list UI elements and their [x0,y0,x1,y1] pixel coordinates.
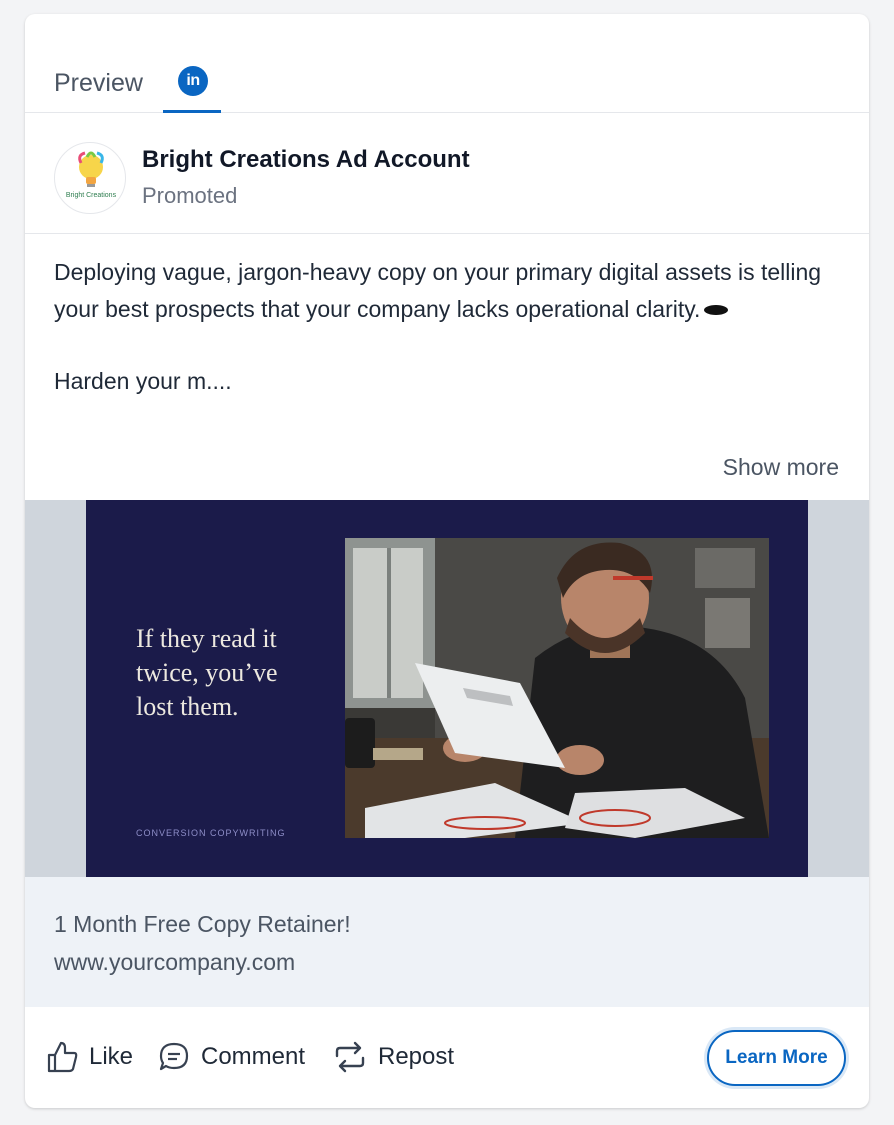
account-name[interactable]: Bright Creations Ad Account [142,146,470,174]
hole-emoji-icon [704,305,729,316]
post-body-paragraph-2: Harden your m.... [54,368,232,394]
avatar-logo-text: Bright Creations [66,192,117,199]
comment-label: Comment [201,1043,306,1070]
ad-creative-container[interactable]: If they read it twice, you’ve lost them.… [25,500,869,877]
tab-preview[interactable]: Preview [54,69,143,98]
lightbulb-logo-icon: Bright Creations [66,151,117,199]
comment-button[interactable]: Comment [157,1039,305,1075]
thumbs-up-icon [47,1041,78,1073]
ad-url[interactable]: www.yourcompany.com [54,949,295,976]
creative-headline-line: If they read it [136,624,277,653]
post-text: Deploying vague, jargon-heavy copy on yo… [54,254,834,400]
promoted-label: Promoted [142,183,238,208]
preview-tabs: Preview in [25,14,869,113]
avatar[interactable]: Bright Creations [54,142,126,214]
ad-headline-strip[interactable]: 1 Month Free Copy Retainer! www.yourcomp… [25,877,869,1007]
social-actions-bar: Like Comment Repost Learn More [25,1007,869,1108]
like-label: Like [89,1043,134,1070]
man-reading-document-photo [345,538,769,838]
like-button[interactable]: Like [45,1039,133,1075]
show-more-link[interactable]: Show more [723,454,839,481]
repost-button[interactable]: Repost [332,1039,454,1075]
creative-headline-line: lost them. [136,692,239,721]
linkedin-ad-preview-card: Preview in Bright Creations Bright Creat… [25,14,869,1108]
comment-icon [159,1042,189,1071]
repost-icon [335,1041,365,1073]
tab-linkedin[interactable]: in [163,56,221,113]
creative-headline-line: twice, you’ve [136,658,278,687]
learn-more-button[interactable]: Learn More [707,1030,846,1086]
creative-tagline: CONVERSION COPYWRITING [136,828,286,838]
post-header: Bright Creations Bright Creations Ad Acc… [25,113,869,234]
linkedin-icon: in [178,66,208,96]
ad-creative-image[interactable]: If they read it twice, you’ve lost them.… [86,500,808,877]
repost-label: Repost [378,1043,455,1070]
ad-headline[interactable]: 1 Month Free Copy Retainer! [54,911,351,938]
creative-headline: If they read it twice, you’ve lost them. [136,622,326,724]
